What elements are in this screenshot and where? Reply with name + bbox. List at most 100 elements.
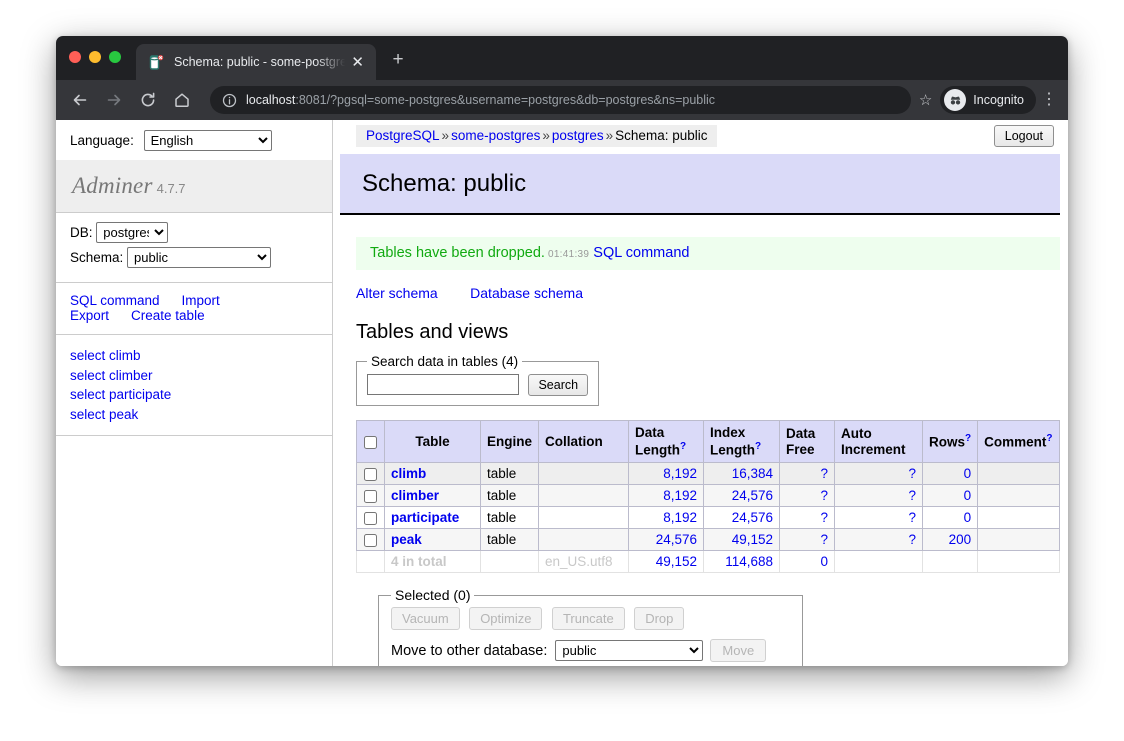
select-all-checkbox[interactable] (364, 435, 377, 449)
total-rows (922, 550, 979, 574)
table-link[interactable]: peak (391, 532, 422, 547)
table-row[interactable]: climb table 8,192 16,384 ? ? 0 (356, 462, 1060, 486)
table-row[interactable]: climber table 8,192 24,576 ? ? 0 (356, 484, 1060, 508)
breadcrumb-link-postgres[interactable]: postgres (552, 128, 604, 143)
table-row[interactable]: peak table 24,576 49,152 ? ? 200 (356, 528, 1060, 552)
site-info-icon[interactable] (222, 93, 237, 108)
schema-links: Alter schema Database schema (356, 285, 1068, 303)
row-rows: 0 (922, 484, 979, 508)
db-select[interactable]: postgres (96, 222, 169, 243)
move-button[interactable]: Move (710, 639, 767, 662)
status-message-link[interactable]: SQL command (593, 245, 689, 261)
sidebar-link-select-climber[interactable]: select climber (70, 366, 332, 386)
language-row: Language: English (56, 120, 332, 160)
table-row[interactable]: participate table 8,192 24,576 ? ? 0 (356, 506, 1060, 530)
home-button[interactable] (168, 86, 196, 114)
breadcrumb-bar: PostgreSQL» some-postgres» postgres» Schema… (334, 120, 1068, 147)
sidebar-link-select-participate[interactable]: select participate (70, 385, 332, 405)
schema-row: Schema: public (70, 247, 332, 268)
browser-window: Schema: public - some-postgres ✕ + local… (56, 36, 1068, 666)
sidebar-table-links: select climb select climber select parti… (56, 335, 332, 437)
row-index-length: 49,152 (703, 528, 781, 552)
row-auto-increment: ? (834, 484, 924, 508)
maximize-window-button[interactable] (109, 51, 121, 63)
sidebar-link-import[interactable]: Import (182, 293, 220, 308)
incognito-spy-icon (944, 89, 967, 111)
sidebar-link-create-table[interactable]: Create table (131, 308, 205, 323)
column-header-index-length: Index Length? (703, 419, 781, 464)
row-checkbox[interactable] (364, 468, 377, 482)
sidebar-link-sql-command[interactable]: SQL command (70, 293, 160, 308)
help-icon[interactable]: ? (755, 441, 761, 452)
browser-tab[interactable]: Schema: public - some-postgres ✕ (136, 44, 376, 80)
table-link[interactable]: participate (391, 510, 459, 525)
table-link[interactable]: climber (391, 488, 439, 503)
row-index-length: 24,576 (703, 484, 781, 508)
close-window-button[interactable] (69, 51, 81, 63)
drop-button[interactable]: Drop (634, 607, 685, 630)
brand-version: 4.7.7 (156, 181, 186, 196)
browser-tab-strip: Schema: public - some-postgres ✕ + (56, 36, 1068, 80)
incognito-indicator[interactable]: Incognito (940, 86, 1036, 114)
tables-list-table: Table Engine Collation Data Length? Inde… (356, 419, 1060, 574)
row-rows: 200 (922, 528, 979, 552)
table-header-row: Table Engine Collation Data Length? Inde… (356, 419, 1060, 464)
breadcrumb-link-some-postgres[interactable]: some-postgres (451, 128, 540, 143)
vacuum-button[interactable]: Vacuum (391, 607, 460, 630)
schema-select[interactable]: public (127, 247, 272, 268)
back-button[interactable] (66, 86, 94, 114)
status-message: Tables have been dropped. 01:41:39 SQL com… (356, 237, 1060, 270)
database-schema-link[interactable]: Database schema (470, 285, 583, 301)
reload-button[interactable] (134, 86, 162, 114)
sidebar-link-select-peak[interactable]: select peak (70, 405, 332, 425)
row-auto-increment: ? (834, 462, 924, 486)
row-checkbox[interactable] (364, 512, 377, 526)
breadcrumb-link-postgresql[interactable]: PostgreSQL (366, 128, 440, 143)
alter-schema-link[interactable]: Alter schema (356, 285, 438, 301)
breadcrumb-current: Schema: public (615, 128, 708, 143)
help-icon[interactable]: ? (1046, 433, 1052, 444)
move-to-database-row: Move to other database: public Move (391, 639, 790, 662)
forward-button[interactable] (100, 86, 128, 114)
row-checkbox[interactable] (364, 490, 377, 504)
page-viewport: Language: English Adminer 4.7.7 DB: postg… (56, 120, 1068, 666)
truncate-button[interactable]: Truncate (551, 607, 625, 630)
column-header-comment: Comment? (977, 419, 1060, 464)
total-auto-increment (834, 550, 924, 574)
minimize-window-button[interactable] (89, 51, 101, 63)
search-button[interactable]: Search (528, 374, 589, 396)
total-comment (977, 550, 1060, 574)
address-bar[interactable]: localhost:8081/?pgsql=some-postgres&user… (210, 86, 911, 114)
sidebar-link-export[interactable]: Export (70, 308, 109, 323)
table-total-row: 4 in total en_US.utf8 49,152 114,688 0 (356, 550, 1060, 574)
row-data-free: ? (779, 528, 836, 552)
row-engine: table (479, 484, 540, 508)
row-data-free: ? (779, 462, 836, 486)
sidebar-action-links: SQL command Import Export Create table (56, 283, 332, 335)
sidebar-link-select-climb[interactable]: select climb (70, 346, 332, 366)
new-tab-button[interactable]: + (386, 50, 410, 69)
help-icon[interactable]: ? (680, 441, 686, 452)
bookmark-star-icon[interactable]: ☆ (919, 91, 932, 109)
search-input[interactable] (367, 374, 519, 395)
column-header-collation: Collation (538, 419, 630, 464)
optimize-button[interactable]: Optimize (469, 607, 543, 630)
schema-label: Schema: (70, 250, 124, 265)
row-table-name: peak (384, 528, 481, 552)
tables-table-foot: 4 in total en_US.utf8 49,152 114,688 0 (356, 550, 1060, 574)
close-tab-button[interactable]: ✕ (347, 52, 368, 73)
selected-legend: Selected (0) (395, 587, 471, 603)
select-all-header (356, 419, 385, 464)
column-header-data-length: Data Length? (628, 419, 705, 464)
column-header-data-length-label: Data Length (635, 425, 681, 458)
move-target-select[interactable]: public (555, 640, 704, 661)
column-header-rows-label: Rows (929, 434, 966, 450)
table-link[interactable]: climb (391, 466, 426, 481)
incognito-label: Incognito (973, 93, 1024, 107)
browser-menu-icon[interactable]: ⋮ (1040, 92, 1058, 108)
help-icon[interactable]: ? (965, 433, 971, 444)
row-checkbox[interactable] (364, 534, 377, 548)
row-table-name: climber (384, 484, 481, 508)
language-select[interactable]: English (143, 130, 272, 151)
logout-button[interactable]: Logout (993, 125, 1054, 147)
